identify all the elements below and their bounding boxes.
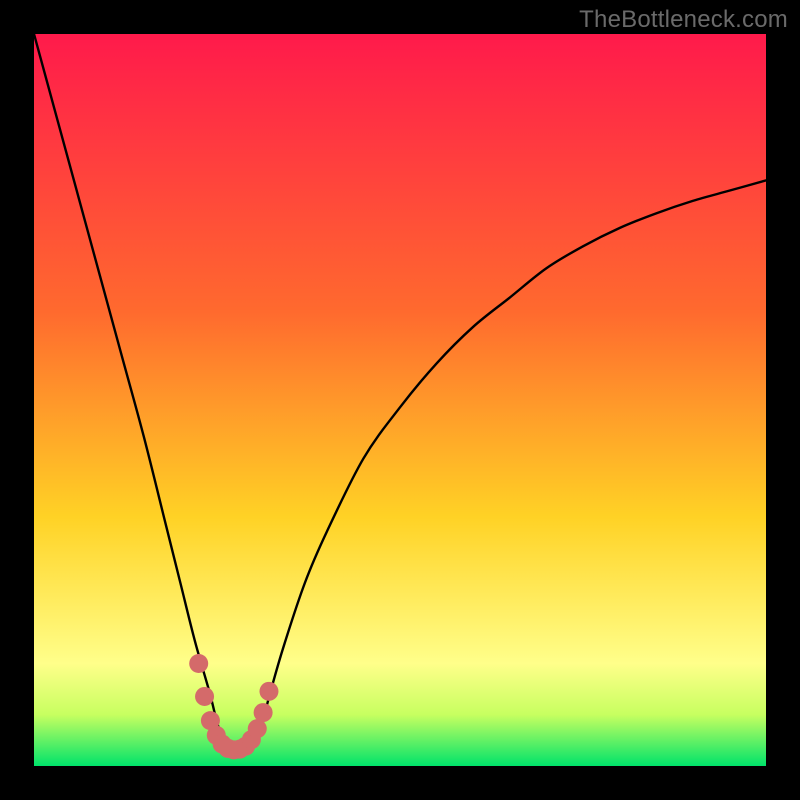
gradient-background bbox=[34, 34, 766, 766]
plot-area bbox=[34, 34, 766, 766]
marker-dot bbox=[195, 687, 214, 706]
marker-dot bbox=[254, 703, 273, 722]
marker-dot bbox=[189, 654, 208, 673]
marker-dot bbox=[259, 682, 278, 701]
chart-frame: TheBottleneck.com bbox=[0, 0, 800, 800]
bottleneck-chart bbox=[34, 34, 766, 766]
watermark-text: TheBottleneck.com bbox=[579, 6, 788, 34]
